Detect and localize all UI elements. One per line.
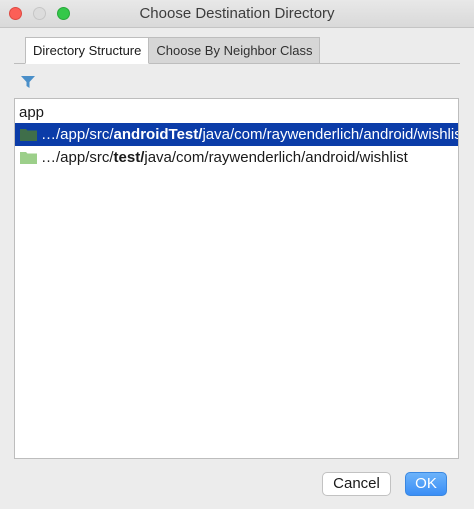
cancel-button[interactable]: Cancel (322, 472, 391, 496)
tab-choose-by-neighbor-class[interactable]: Choose By Neighbor Class (148, 37, 321, 64)
tree-item-test[interactable]: …/app/src/test/java/com/raywenderlich/an… (15, 146, 458, 169)
folder-icon (20, 129, 37, 141)
title-bar[interactable]: Choose Destination Directory (0, 0, 474, 28)
tree-item-path: …/app/src/test/java/com/raywenderlich/an… (41, 149, 408, 166)
window-title: Choose Destination Directory (139, 5, 335, 22)
tab-bar: Directory Structure Choose By Neighbor C… (25, 37, 321, 64)
dialog-window: Choose Destination Directory Directory S… (0, 0, 474, 509)
tree-item-android-test[interactable]: …/app/src/androidTest/java/com/raywender… (15, 123, 458, 146)
tree-root-label: app (19, 104, 45, 121)
folder-icon (20, 152, 37, 164)
filter-icon[interactable] (20, 74, 36, 90)
tab-directory-structure[interactable]: Directory Structure (25, 37, 150, 64)
tree-item-path: …/app/src/androidTest/java/com/raywender… (41, 126, 458, 143)
tree-root-item[interactable]: app (15, 101, 458, 124)
ok-button[interactable]: OK (405, 472, 447, 496)
directory-tree[interactable]: app …/app/src/androidTest/java/com/raywe… (14, 98, 459, 459)
